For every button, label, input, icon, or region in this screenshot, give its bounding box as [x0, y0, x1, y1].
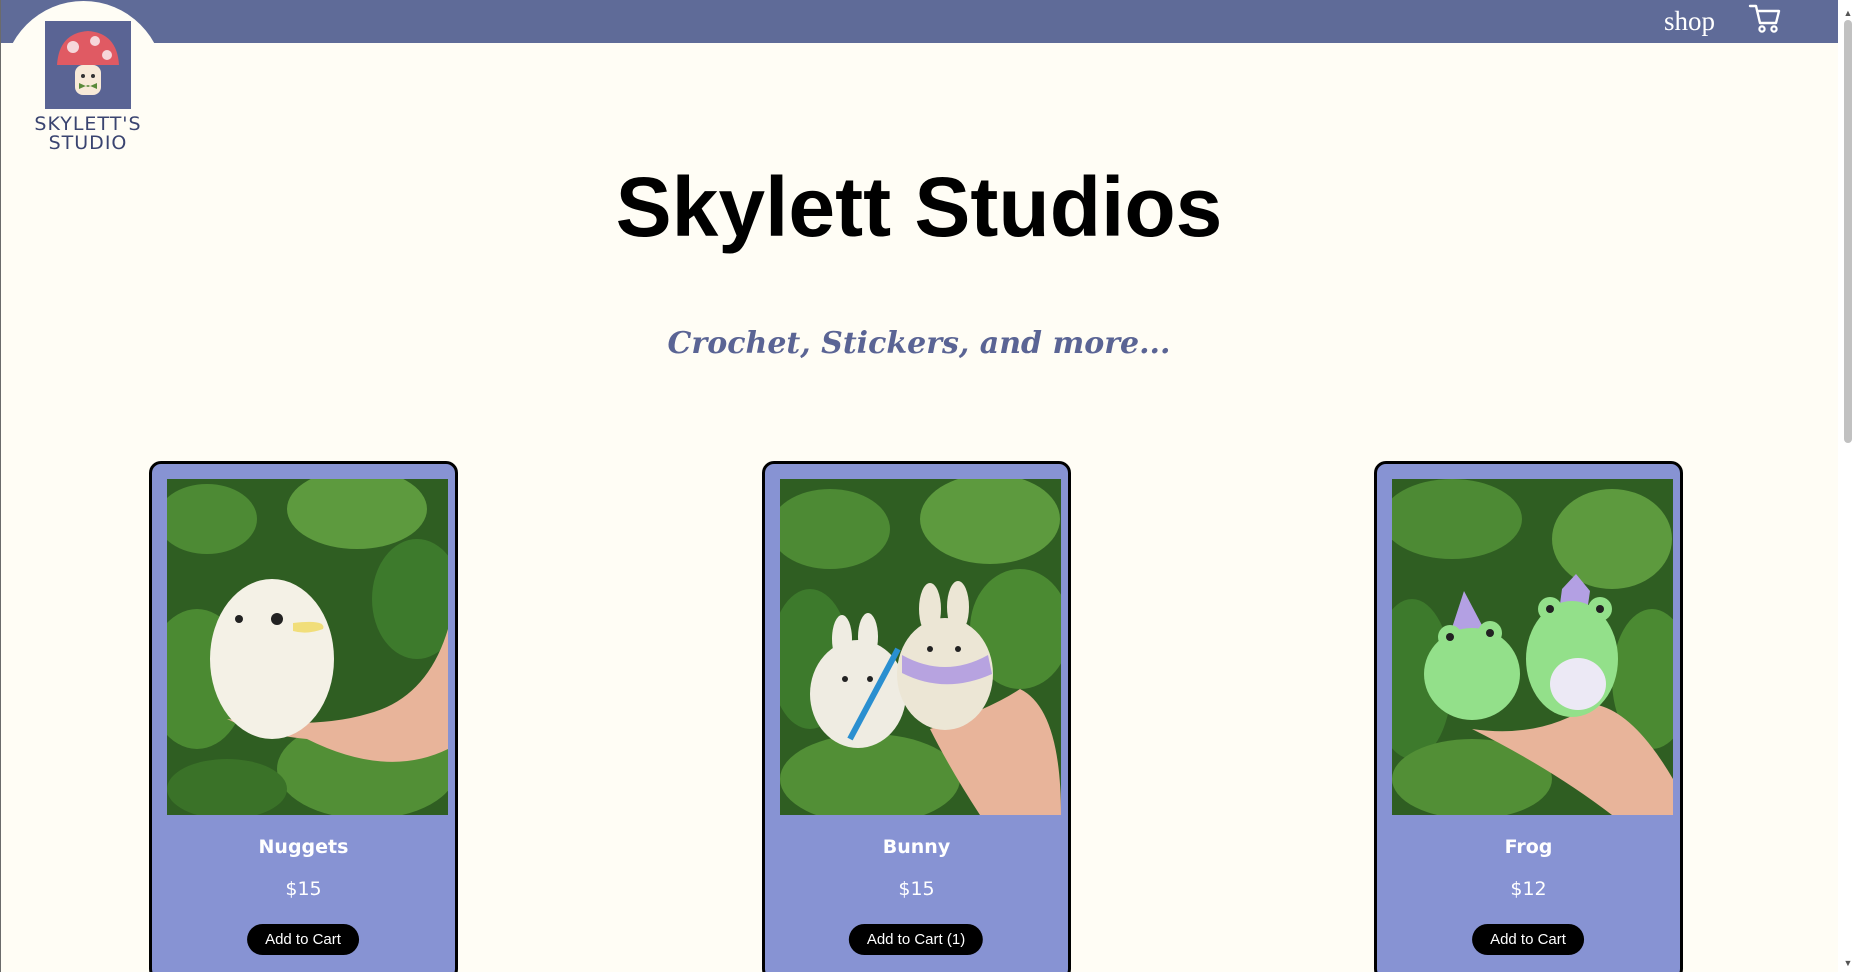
- product-photo-bunny[interactable]: [780, 479, 1061, 815]
- product-price: $15: [898, 878, 935, 900]
- vertical-scrollbar[interactable]: ▲ ▼: [1838, 0, 1858, 972]
- page-subtitle: Crochet, Stickers, and more...: [667, 326, 1171, 361]
- bunny-photo-image: [780, 479, 1061, 815]
- page-title: Skylett Studios: [615, 160, 1223, 254]
- scrollbar-thumb[interactable]: [1844, 20, 1852, 443]
- logo-text-line2: STUDIO: [48, 132, 128, 154]
- scroll-down-arrow-icon[interactable]: ▼: [1838, 956, 1858, 970]
- product-price: $15: [285, 878, 322, 900]
- product-price: $12: [1510, 878, 1547, 900]
- scroll-up-arrow-icon[interactable]: ▲: [1838, 6, 1858, 20]
- logo-badge[interactable]: SKYLETT'S STUDIO: [3, 1, 164, 162]
- product-name: Nuggets: [258, 836, 349, 858]
- shopping-cart-icon[interactable]: [1748, 2, 1782, 34]
- nuggets-photo-image: [167, 479, 448, 815]
- mushroom-logo-icon: [45, 21, 131, 109]
- product-name: Frog: [1504, 836, 1553, 858]
- product-card-frog: Frog $12 Add to Cart: [1374, 461, 1683, 972]
- product-photo-frog[interactable]: [1392, 479, 1673, 815]
- add-to-cart-button[interactable]: Add to Cart: [1472, 924, 1584, 955]
- top-nav-bar: [0, 0, 1838, 43]
- add-to-cart-button[interactable]: Add to Cart (1): [848, 924, 984, 955]
- product-name: Bunny: [882, 836, 951, 858]
- nav-shop-link[interactable]: shop: [1664, 3, 1715, 39]
- add-to-cart-button[interactable]: Add to Cart: [247, 924, 359, 955]
- logo-wordmark: SKYLETT'S STUDIO: [18, 115, 158, 153]
- product-card-bunny: Bunny $15 Add to Cart (1): [762, 461, 1071, 972]
- frog-photo-image: [1392, 479, 1673, 815]
- product-card-nuggets: Nuggets $15 Add to Cart: [149, 461, 458, 972]
- product-photo-nuggets[interactable]: [167, 479, 448, 815]
